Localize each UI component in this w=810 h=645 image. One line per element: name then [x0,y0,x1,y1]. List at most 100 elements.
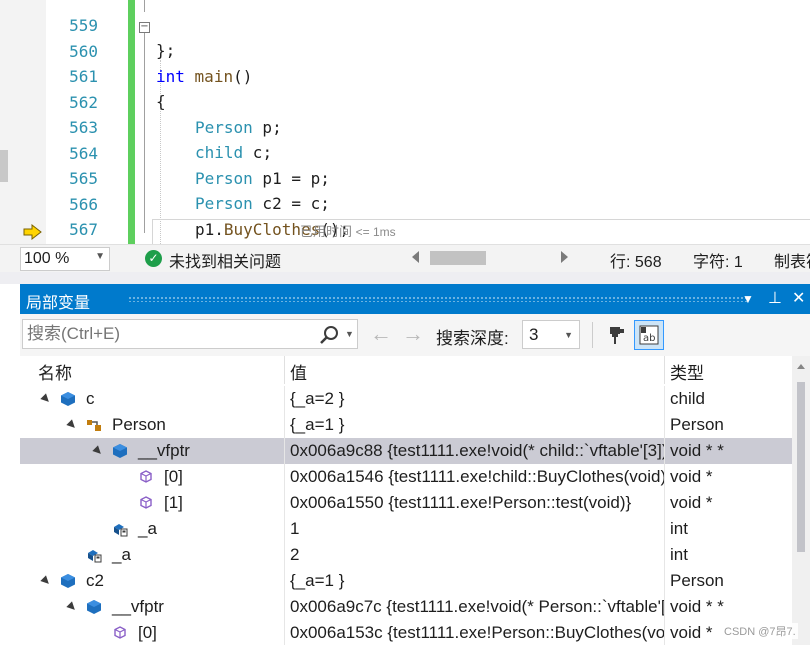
variable-name: __vfptr [112,597,164,616]
variable-value[interactable]: 0x006a9c88 {test1111.exe!void(* child::`… [290,438,664,464]
variable-value[interactable]: {_a=1 } [290,412,664,438]
locals-row[interactable]: _a 1 int [20,516,792,542]
pin-icon[interactable]: ⊥ [768,288,782,310]
variable-type: void * * [670,441,724,460]
variable-value[interactable]: 0x006a153c {test1111.exe!Person::BuyClot… [290,620,664,645]
variable-type: child [670,389,705,408]
field-icon [85,546,103,564]
expand-toggle-icon[interactable] [40,575,52,587]
variable-type: Person [670,415,724,434]
cube-outline-icon [137,468,155,486]
locals-row[interactable]: [1] 0x006a1550 {test1111.exe!Person::test… [20,490,792,516]
expand-toggle-icon[interactable] [92,445,104,457]
chevron-down-icon[interactable]: ▼ [345,329,354,339]
base-class-icon [85,416,103,434]
window-divider [0,272,810,284]
check-circle-icon[interactable]: ✓ [145,250,162,267]
editor-status-bar: 100 % ▼ ✓ 未找到相关问题 行: 568 字符: 1 制表符 [0,244,810,272]
locals-toolbar: ▼ ← → 搜索深度: 3 ▼ ab [20,314,810,356]
locals-row[interactable]: __vfptr 0x006a9c7c {test1111.exe!void(* P… [20,594,792,620]
column-divider[interactable] [664,356,665,384]
char-indicator: 字符: 1 [693,254,743,271]
column-divider [664,594,665,620]
hex-button-label: ab [643,333,655,344]
scroll-left-icon[interactable] [412,251,419,263]
locals-row[interactable]: c2 {_a=1 } Person [20,568,792,594]
column-header-value[interactable]: 值 [290,359,307,384]
variable-name: _a [138,519,157,538]
code-line[interactable]: 565 Person c2 = c; [0,141,810,213]
dropdown-icon[interactable]: ▼ [742,288,754,310]
column-divider [664,386,665,412]
column-divider [664,568,665,594]
horizontal-scroll-thumb[interactable] [430,251,486,265]
search-previous-icon[interactable]: ← [370,322,392,346]
perf-tip-label: 已用时间 [300,224,353,239]
code-line[interactable]: 567 c2.BuyClothes(); [0,192,810,239]
variable-value[interactable]: 0x006a1546 {test1111.exe!child::BuyCloth… [290,464,664,490]
vertical-scroll-thumb[interactable] [797,382,805,552]
variable-value[interactable]: 0x006a9c7c {test1111.exe!void(* Person::… [290,594,664,620]
code-line[interactable]: 561 { [0,39,810,111]
scroll-right-icon[interactable] [561,251,568,263]
variable-value[interactable]: 1 [290,516,664,542]
column-header-name[interactable]: 名称 [38,359,72,384]
expand-toggle-icon[interactable] [40,393,52,405]
code-line[interactable]: 566 p1.BuyClothes(); [0,167,810,239]
perf-tip[interactable]: 已用时间 <= 1ms [300,222,396,242]
column-divider [284,568,285,594]
object-icon [111,442,129,460]
search-next-icon[interactable]: → [402,322,424,346]
variable-type: void * * [670,597,724,616]
search-depth-select[interactable]: 3 ▼ [522,320,580,349]
zoom-select[interactable]: 100 % ▼ [20,247,110,271]
column-header-type[interactable]: 类型 [670,359,704,384]
search-input[interactable] [27,323,307,345]
variable-type: int [670,545,688,564]
cube-outline-icon [111,624,129,642]
cell-name: __vfptr [20,438,284,464]
search-box[interactable]: ▼ [22,319,358,349]
code-editor[interactable]: − 559 }; 560 int main() 561 { 562 Person… [0,0,810,244]
locals-row[interactable]: _a 2 int [20,542,792,568]
column-divider [284,490,285,516]
code-line[interactable]: 560 int main() [0,14,810,86]
expand-toggle-icon[interactable] [66,601,78,613]
hex-display-toggle[interactable]: ab [634,320,664,350]
locals-grid[interactable]: 名称 值 类型 c {_a=2 } child Person {_a=1 } Person… [20,356,810,645]
locals-row[interactable]: [0] 0x006a153c {test1111.exe!Person::BuyC… [20,620,792,645]
issues-status[interactable]: 未找到相关问题 [169,248,281,272]
variable-value[interactable]: {_a=2 } [290,386,664,412]
code-line[interactable]: 564 Person p1 = p; [0,116,810,188]
search-icon[interactable] [318,324,340,346]
locals-row[interactable]: [0] 0x006a1546 {test1111.exe!child::BuyCl… [20,464,792,490]
scroll-up-icon[interactable] [797,364,805,369]
column-divider [664,620,665,645]
cube-outline-icon [137,494,155,512]
column-divider [284,620,285,645]
pin-icon[interactable] [602,322,628,348]
field-icon [111,520,129,538]
code-line[interactable]: 563 child c; [0,90,810,162]
zoom-value: 100 % [24,250,70,267]
close-icon[interactable]: ✕ [792,288,805,310]
variable-value[interactable]: {_a=1 } [290,568,664,594]
tab-mode-indicator[interactable]: 制表符 [774,248,810,272]
variable-name: Person [112,415,166,434]
column-divider [664,438,665,464]
locals-row[interactable]: c {_a=2 } child [20,386,792,412]
column-divider[interactable] [284,356,285,384]
code-line[interactable]: 559 }; [0,0,810,60]
vertical-scrollbar[interactable] [792,356,810,645]
variable-value[interactable]: 2 [290,542,664,568]
code-line-current[interactable]: 568 return 0; [0,218,810,243]
chevron-down-icon: ▼ [95,251,105,262]
locals-title-bar[interactable]: 局部变量 ▼ ⊥ ✕ [20,284,810,314]
locals-row[interactable]: Person {_a=1 } Person [20,412,792,438]
code-line[interactable]: 562 Person p; [0,65,810,137]
chevron-down-icon: ▼ [564,330,573,340]
watermark: CSDN @7昂7. [722,623,798,639]
variable-value[interactable]: 0x006a1550 {test1111.exe!Person::test(vo… [290,490,664,516]
expand-toggle-icon[interactable] [66,419,78,431]
locals-row[interactable]: __vfptr 0x006a9c88 {test1111.exe!void(* c… [20,438,792,464]
